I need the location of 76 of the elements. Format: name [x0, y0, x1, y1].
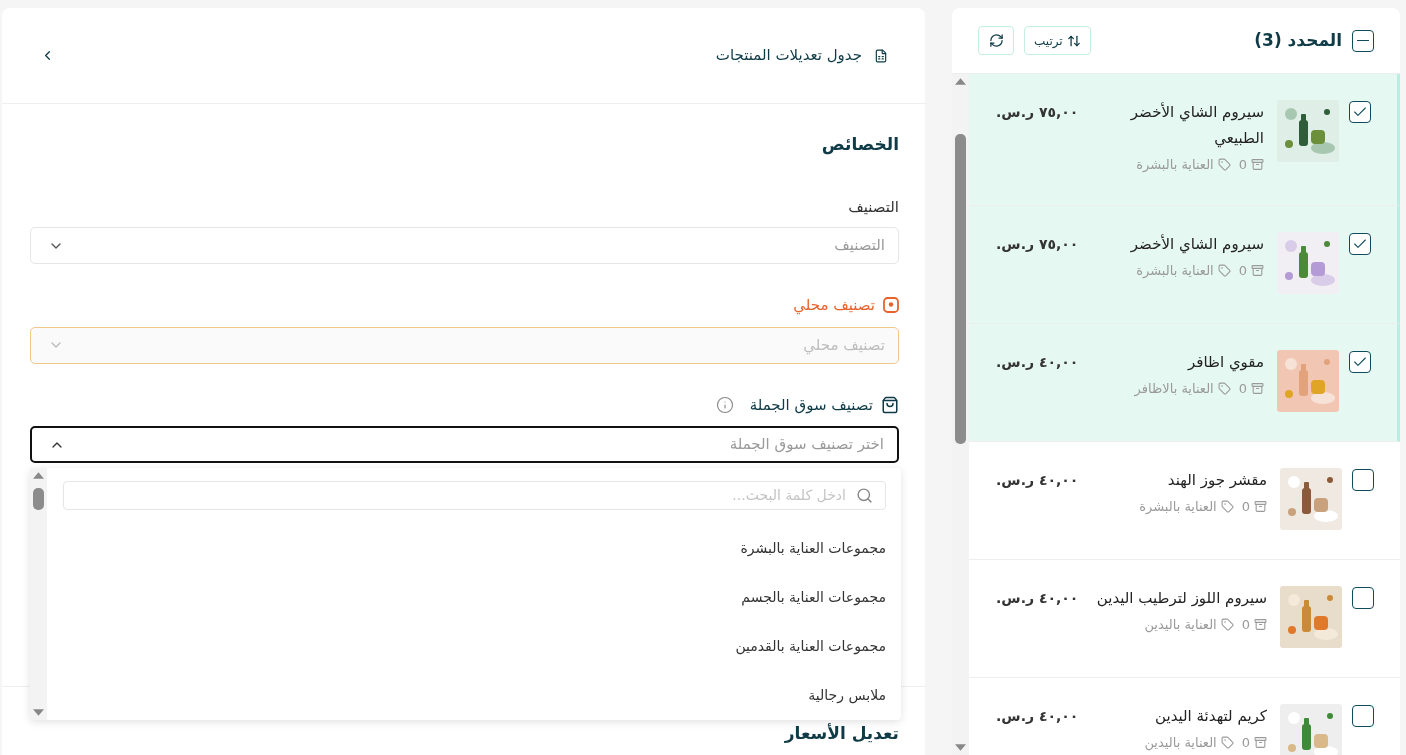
page-title: جدول تعديلات المنتجات — [715, 45, 862, 67]
placeholder-text: التصنيف — [834, 235, 885, 257]
tag-icon — [1217, 382, 1231, 396]
dropdown-option[interactable]: مجموعات العناية بالقدمين — [63, 622, 886, 671]
search-placeholder: ادخل كلمة البحث... — [732, 486, 846, 505]
product-category: العناية بالبشرة — [1139, 498, 1217, 516]
checkbox[interactable] — [1352, 469, 1374, 491]
product-price: ٧٥,٠٠ ر.س. — [996, 103, 1079, 122]
stock-count: 0 — [1241, 616, 1250, 634]
field-label: تصنيف سوق الجملة — [749, 394, 873, 416]
stock-count: 0 — [1238, 380, 1247, 398]
field-label: التصنيف — [847, 196, 899, 218]
scrollbar[interactable] — [30, 468, 47, 720]
product-name: كريم لتهدئة اليدين — [1154, 706, 1267, 727]
sort-icon — [1066, 33, 1081, 48]
product-price: ٤٠,٠٠ ر.س. — [996, 353, 1079, 372]
field-label: تصنيف محلي — [793, 295, 875, 317]
scrollbar-thumb[interactable] — [33, 488, 44, 510]
product-category: العناية باليدين — [1144, 616, 1217, 635]
product-name: مقوي اظافر — [1186, 352, 1264, 374]
bag-icon — [881, 395, 899, 414]
checkbox[interactable] — [1349, 101, 1371, 123]
selected-count-title: المحدد (3) — [1254, 28, 1342, 52]
product-category: العناية بالاظافر — [1134, 380, 1214, 399]
stock-count: 0 — [1241, 498, 1250, 516]
minus-icon — [1357, 39, 1369, 42]
scrollbar-thumb[interactable] — [955, 134, 966, 444]
product-category: العناية بالبشرة — [1136, 156, 1214, 174]
product-name: سيروم الشاي الأخضر الطبيعي — [1129, 101, 1264, 150]
scroll-down-icon[interactable] — [955, 744, 966, 751]
tag-icon — [1217, 158, 1231, 172]
product-price: ٤٠,٠٠ ر.س. — [996, 589, 1079, 608]
dropdown-option[interactable]: مجموعات العناية بالجسم — [63, 573, 886, 622]
tag-icon — [1217, 264, 1231, 278]
box-icon — [1254, 736, 1267, 750]
checkbox[interactable] — [1352, 705, 1374, 727]
product-name: سيروم الشاي الأخضر — [1129, 233, 1264, 256]
section-title: تعديل الأسعار — [783, 722, 899, 745]
box-icon — [1254, 618, 1267, 632]
box-icon — [1251, 382, 1264, 396]
checkbox[interactable] — [1349, 351, 1371, 373]
box-icon — [1251, 158, 1264, 172]
checkbox[interactable] — [1352, 29, 1374, 52]
product-name: مقشر جوز الهند — [1166, 470, 1267, 491]
sort-button[interactable]: ترتيب — [1024, 26, 1091, 55]
scroll-up-icon[interactable] — [33, 472, 44, 479]
scroll-up-icon[interactable] — [955, 78, 966, 85]
spreadsheet-icon — [874, 48, 888, 63]
scroll-down-icon[interactable] — [33, 709, 44, 716]
product-price: ٤٠,٠٠ ر.س. — [996, 707, 1079, 726]
dropdown-option[interactable]: مجموعات العناية بالبشرة — [63, 524, 886, 573]
product-category: العناية بالبشرة — [1136, 262, 1214, 280]
tag-icon — [1220, 736, 1234, 750]
product-price: ٤٠,٠٠ ر.س. — [996, 471, 1079, 490]
stock-count: 0 — [1238, 156, 1247, 174]
dropdown-option[interactable]: ملابس رجالية — [63, 671, 886, 720]
placeholder-text: اختر تصنيف سوق الجملة — [729, 434, 884, 456]
refresh-icon — [988, 33, 1004, 48]
checkbox[interactable] — [1352, 587, 1374, 609]
refresh-button[interactable] — [978, 26, 1014, 55]
placeholder-text: تصنيف محلي — [803, 334, 885, 357]
tag-icon — [1220, 500, 1234, 514]
box-icon — [1251, 264, 1264, 278]
search-icon — [856, 487, 873, 504]
product-name: سيروم اللوز لترطيب اليدين — [1095, 588, 1267, 609]
product-category: العناية باليدين — [1144, 734, 1217, 753]
stock-count: 0 — [1238, 262, 1247, 280]
section-title: الخصائص — [820, 133, 899, 157]
info-icon[interactable] — [715, 395, 734, 414]
scrollbar[interactable] — [952, 74, 969, 755]
stock-count: 0 — [1241, 734, 1250, 752]
tag-icon — [1220, 618, 1234, 632]
box-icon — [1254, 500, 1267, 514]
location-icon — [883, 297, 899, 314]
checkbox[interactable] — [1349, 233, 1371, 255]
product-price: ٧٥,٠٠ ر.س. — [996, 235, 1079, 254]
